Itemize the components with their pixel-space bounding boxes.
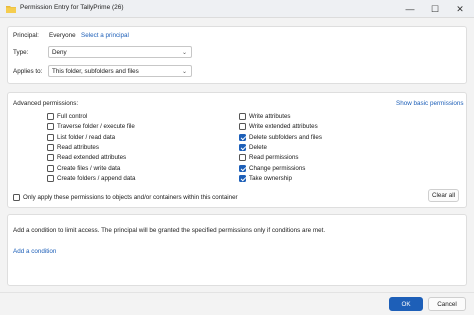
permission-checkbox-right-4[interactable]: Read permissions <box>239 154 299 162</box>
permission-label: Read permissions <box>249 154 299 162</box>
permission-checkbox-right-3[interactable]: Delete <box>239 143 267 151</box>
advanced-permissions-panel: Advanced permissions: Show basic permiss… <box>7 92 467 208</box>
permission-label: Change permissions <box>249 164 306 172</box>
checkbox-unchecked <box>47 133 54 141</box>
only-apply-label: Only apply these permissions to objects … <box>23 194 238 201</box>
type-select-value: Deny <box>52 49 67 56</box>
permission-checkbox-right-5[interactable]: Change permissions <box>239 164 306 172</box>
permission-label: Write extended attributes <box>249 123 318 131</box>
permission-label: Write attributes <box>249 113 291 120</box>
type-label: Type: <box>13 49 29 56</box>
window-title: Permission Entry for TallyPrime (26) <box>20 4 124 11</box>
permission-checkbox-left-0[interactable]: Full control <box>47 113 87 120</box>
permission-label: Full control <box>57 113 88 120</box>
folder-icon <box>6 6 16 13</box>
permission-label: Read extended attributes <box>57 154 127 162</box>
principal-label: Principal: <box>13 32 39 39</box>
conditions-description: Add a condition to limit access. The pri… <box>13 227 326 234</box>
close-button[interactable]: ✕ <box>448 0 472 18</box>
checkbox-unchecked <box>47 164 54 172</box>
permission-checkbox-left-2[interactable]: List folder / read data <box>47 133 116 141</box>
principal-panel: Principal: Everyone Select a principal T… <box>7 26 467 84</box>
checkbox-checked <box>239 143 246 151</box>
select-principal-link[interactable]: Select a principal <box>81 32 129 39</box>
checkbox-checked <box>239 133 246 141</box>
permission-checkbox-left-1[interactable]: Traverse folder / execute file <box>47 123 135 131</box>
permission-checkbox-left-5[interactable]: Create files / write data <box>47 164 121 172</box>
checkbox-unchecked <box>239 123 246 131</box>
permission-label: Create files / write data <box>57 164 121 172</box>
checkbox-unchecked <box>239 154 246 162</box>
checkbox-unchecked <box>47 113 54 120</box>
dialog-footer: OK Cancel <box>0 292 474 315</box>
only-apply-checkbox[interactable]: Only apply these permissions to objects … <box>13 194 238 201</box>
chevron-down-icon: ⌄ <box>181 69 187 75</box>
permission-checkbox-right-6[interactable]: Take ownership <box>239 174 292 182</box>
add-condition-link[interactable]: Add a condition <box>13 248 56 255</box>
applies-to-select-value: This folder, subfolders and files <box>52 68 139 75</box>
permission-label: Delete <box>249 143 267 151</box>
ok-button[interactable]: OK <box>389 297 423 311</box>
minimize-button[interactable]: — <box>398 0 422 18</box>
checkbox-checked <box>239 174 246 182</box>
permission-label: List folder / read data <box>57 133 116 141</box>
permission-checkbox-right-2[interactable]: Delete subfolders and files <box>239 133 322 141</box>
show-basic-permissions-link[interactable]: Show basic permissions <box>396 100 464 107</box>
checkbox-checked <box>239 164 246 172</box>
advanced-permissions-heading: Advanced permissions: <box>13 100 79 107</box>
checkbox-unchecked <box>47 143 54 151</box>
permission-checkbox-left-4[interactable]: Read extended attributes <box>47 154 127 162</box>
permission-label: Delete subfolders and files <box>249 133 322 141</box>
checkbox-unchecked <box>47 123 54 131</box>
checkbox-unchecked <box>47 174 54 182</box>
checkbox-unchecked <box>239 113 246 120</box>
permission-checkbox-left-6[interactable]: Create folders / append data <box>47 174 136 182</box>
principal-value: Everyone <box>49 32 76 39</box>
permission-checkbox-right-1[interactable]: Write extended attributes <box>239 123 318 131</box>
permission-label: Traverse folder / execute file <box>57 123 135 131</box>
cancel-button[interactable]: Cancel <box>428 297 466 311</box>
type-select[interactable]: Deny ⌄ <box>48 46 192 58</box>
permission-label: Create folders / append data <box>57 174 136 182</box>
applies-to-label: Applies to: <box>13 68 43 75</box>
clear-all-button[interactable]: Clear all <box>428 189 459 202</box>
checkbox-box <box>13 194 20 201</box>
applies-to-select[interactable]: This folder, subfolders and files ⌄ <box>48 65 192 77</box>
chevron-down-icon: ⌄ <box>181 50 187 56</box>
maximize-button[interactable]: ☐ <box>423 0 447 18</box>
title-bar: Permission Entry for TallyPrime (26) — ☐… <box>0 0 474 18</box>
permission-label: Take ownership <box>249 174 292 182</box>
permission-label: Read attributes <box>57 143 99 151</box>
checkbox-unchecked <box>47 154 54 162</box>
permission-checkbox-right-0[interactable]: Write attributes <box>239 113 291 120</box>
conditions-panel: Add a condition to limit access. The pri… <box>7 214 467 286</box>
permission-checkbox-left-3[interactable]: Read attributes <box>47 143 99 151</box>
